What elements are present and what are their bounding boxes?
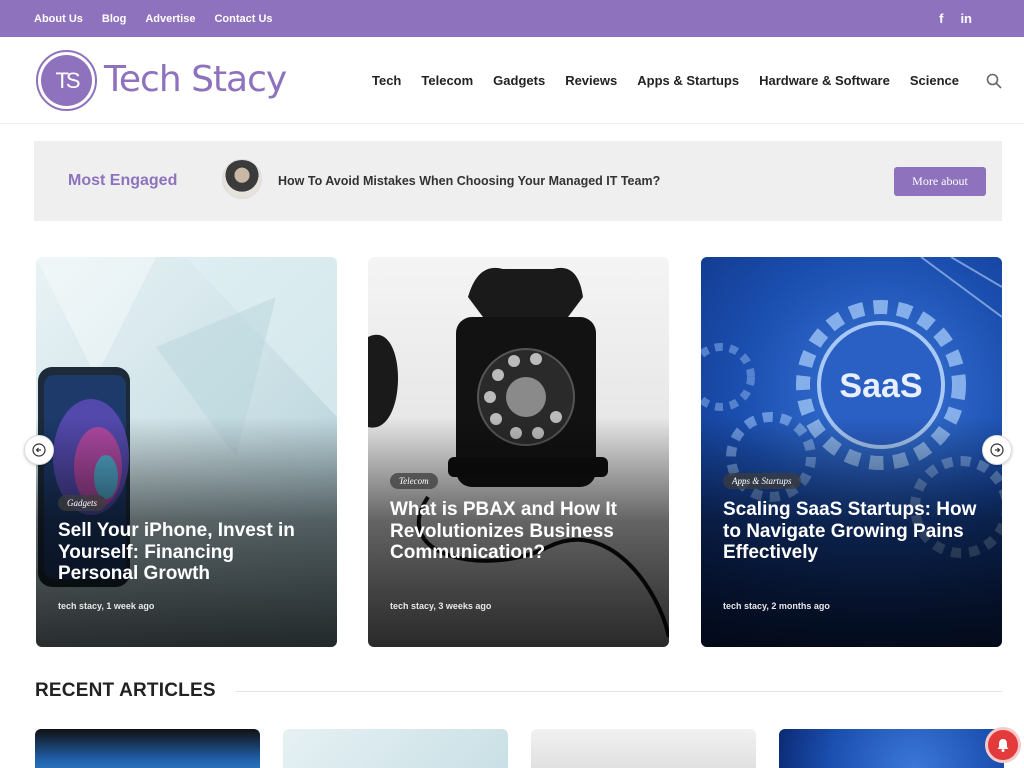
category-badge[interactable]: Gadgets <box>58 495 106 511</box>
card-meta: tech stacy, 1 week ago <box>58 601 155 611</box>
facebook-icon[interactable]: f <box>939 11 943 26</box>
notification-bell-button[interactable] <box>985 727 1021 763</box>
slider-prev-button[interactable] <box>24 435 54 465</box>
saas-image-text: SaaS <box>839 367 922 405</box>
recent-article-thumbnail[interactable] <box>283 729 508 768</box>
recent-articles-heading: RECENT ARTICLES <box>35 680 216 701</box>
bell-icon <box>997 739 1009 752</box>
card-title[interactable]: Sell Your iPhone, Invest in Yourself: Fi… <box>58 520 318 585</box>
linkedin-icon[interactable]: in <box>960 11 972 26</box>
recent-article-thumbnail[interactable] <box>35 729 260 768</box>
blog-link[interactable]: Blog <box>102 13 126 25</box>
nav-item-tech[interactable]: Tech <box>372 73 401 88</box>
about-us-link[interactable]: About Us <box>34 13 83 25</box>
advertise-link[interactable]: Advertise <box>145 13 195 25</box>
recent-article-thumbnail[interactable] <box>531 729 756 768</box>
card-meta: tech stacy, 3 weeks ago <box>390 601 492 611</box>
nav-item-reviews[interactable]: Reviews <box>565 73 617 88</box>
arrow-left-icon <box>32 443 46 457</box>
slider-next-button[interactable] <box>982 435 1012 465</box>
nav-item-hardware-software[interactable]: Hardware & Software <box>759 73 890 88</box>
logo-mark-text: TS <box>41 55 92 106</box>
slider-card[interactable]: Telecom What is PBAX and How It Revoluti… <box>368 257 669 647</box>
card-meta: tech stacy, 2 months ago <box>723 601 830 611</box>
search-icon[interactable] <box>986 73 1002 89</box>
site-header: TS Tech Stacy Tech Telecom Gadgets Revie… <box>0 37 1024 124</box>
slider-card[interactable]: Gadgets Sell Your iPhone, Invest in Your… <box>36 257 337 647</box>
nav-item-apps-startups[interactable]: Apps & Startups <box>637 73 739 88</box>
category-badge[interactable]: Telecom <box>390 473 438 489</box>
social-links: f in <box>939 0 972 37</box>
nav-item-telecom[interactable]: Telecom <box>421 73 473 88</box>
main-nav: Tech Telecom Gadgets Reviews Apps & Star… <box>372 37 959 124</box>
most-engaged-label: Most Engaged <box>68 172 178 189</box>
section-divider <box>236 691 1002 692</box>
logo-text[interactable]: Tech Stacy <box>104 59 287 100</box>
most-engaged-bar: Most Engaged How To Avoid Mistakes When … <box>34 141 1002 221</box>
more-about-button[interactable]: More about <box>894 167 986 196</box>
contact-us-link[interactable]: Contact Us <box>214 13 272 25</box>
top-links: About Us Blog Advertise Contact Us <box>34 0 273 37</box>
category-badge[interactable]: Apps & Startups <box>723 473 801 489</box>
engaged-thumbnail[interactable] <box>222 159 262 199</box>
top-bar: About Us Blog Advertise Contact Us f in <box>0 0 1024 37</box>
logo-icon[interactable]: TS <box>36 50 97 111</box>
card-title[interactable]: Scaling SaaS Startups: How to Navigate G… <box>723 499 983 564</box>
nav-item-gadgets[interactable]: Gadgets <box>493 73 545 88</box>
slider-card[interactable]: SaaS Apps & Startups Scaling SaaS Startu… <box>701 257 1002 647</box>
card-title[interactable]: What is PBAX and How It Revolutionizes B… <box>390 499 650 564</box>
arrow-right-icon <box>990 443 1004 457</box>
recent-article-thumbnail[interactable] <box>779 729 1004 768</box>
engaged-headline[interactable]: How To Avoid Mistakes When Choosing Your… <box>278 174 660 188</box>
nav-item-science[interactable]: Science <box>910 73 959 88</box>
